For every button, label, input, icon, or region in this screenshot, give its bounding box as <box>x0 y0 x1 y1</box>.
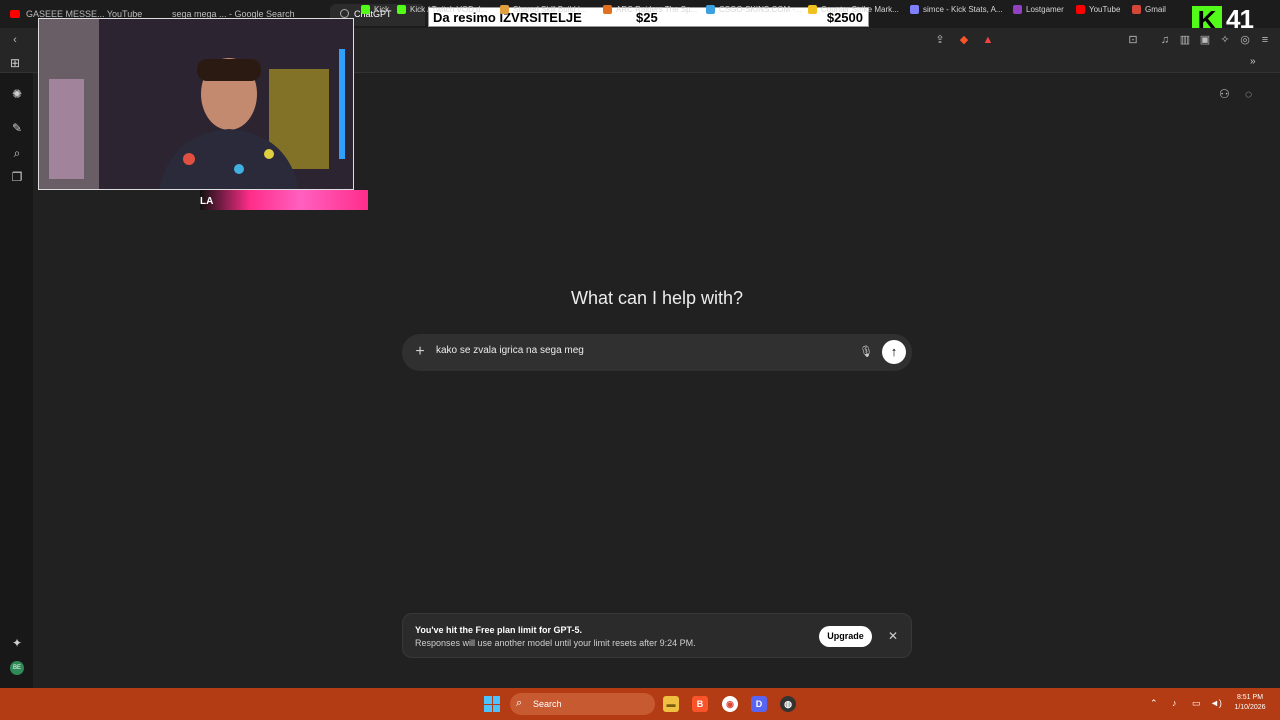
sidebar-toggle-icon[interactable]: ▥ <box>1178 33 1192 47</box>
bookmark-label: simce - Kick Stats, A... <box>923 5 1003 14</box>
notice-title: You've hit the Free plan limit for GPT-5… <box>415 625 582 635</box>
brave-browser-icon[interactable]: B <box>692 696 708 712</box>
gmail-icon <box>1132 5 1141 14</box>
page-title: What can I help with? <box>570 288 744 308</box>
bookmark-item[interactable]: Kick / Twitch VOD d... <box>397 2 487 17</box>
bookmark-item[interactable]: ARC Raiders The Sp... <box>603 2 697 17</box>
bookmark-label: Gmail <box>1145 5 1166 14</box>
menu-icon[interactable]: ≡ <box>1258 33 1272 47</box>
new-chat-icon[interactable]: ✎ <box>9 120 25 136</box>
youtube-icon <box>10 10 20 18</box>
network-icon[interactable]: ▭ <box>1192 698 1201 709</box>
apps-grid-icon[interactable]: ⊞ <box>7 55 23 71</box>
kick-stats-icon <box>910 5 919 14</box>
discord-icon[interactable]: D <box>751 696 767 712</box>
taskbar-search[interactable] <box>510 693 655 715</box>
upgrade-button[interactable]: Upgrade <box>819 626 872 647</box>
send-button[interactable]: ↑ <box>882 340 906 364</box>
plus-icon[interactable]: + <box>412 343 428 361</box>
csgo-skins-icon <box>706 5 715 14</box>
volume-icon[interactable]: ◄) <box>1210 698 1222 708</box>
clock-time: 8:51 PM <box>1236 694 1264 701</box>
back-icon[interactable]: ‹ <box>8 33 22 47</box>
cs-market-icon <box>808 5 817 14</box>
tray-expand-icon[interactable]: ⌃ <box>1150 698 1158 709</box>
bookmark-label: CSGO-SKINS.COM -... <box>719 5 802 14</box>
windows-start-icon[interactable] <box>484 696 500 712</box>
arc-raiders-icon <box>603 5 612 14</box>
prompt-input[interactable]: kako se zvala igrica na sega meg <box>436 345 584 356</box>
bookmark-label: Shared Skill Build |... <box>513 5 587 14</box>
bookmark-item[interactable]: Kick <box>361 2 389 17</box>
search-icon[interactable]: ⌕ <box>9 145 25 161</box>
bookmark-label: Kick <box>374 5 390 14</box>
file-explorer-icon[interactable]: ▬ <box>663 696 679 712</box>
taskbar-search-label: Search <box>533 699 562 709</box>
bookmark-label: ARC Raiders The Sp... <box>616 5 698 14</box>
youtube-icon <box>1076 5 1085 14</box>
webcam-frame-decoration <box>200 190 368 210</box>
bookmark-label: Kick / Twitch VOD d... <box>410 5 488 14</box>
brave-shield-icon[interactable]: ◆ <box>957 33 971 47</box>
chevron-double-right-icon[interactable]: » <box>1250 56 1256 67</box>
brave-rewards-icon[interactable]: ▲ <box>981 33 995 47</box>
bookmark-item[interactable]: Lostgamer <box>1013 2 1064 17</box>
bookmark-item[interactable]: YouTube <box>1076 2 1120 17</box>
profile-icon[interactable]: ⚇ <box>1219 87 1230 101</box>
sparkle-icon[interactable]: ✦ <box>9 635 25 651</box>
chrome-icon[interactable]: ◉ <box>722 696 738 712</box>
vpn-icon[interactable]: ◎ <box>1238 33 1252 47</box>
search-icon: ⌕ <box>516 697 523 709</box>
chatgpt-logo-icon[interactable]: ✺ <box>9 86 25 102</box>
system-clock[interactable]: 8:51 PM 1/10/2026 <box>1228 693 1272 713</box>
leo-ai-icon[interactable]: ✧ <box>1218 33 1232 47</box>
skill-build-icon <box>500 5 509 14</box>
bookmark-item[interactable]: Shared Skill Build |... <box>500 2 587 17</box>
screenshot-icon[interactable]: ⊡ <box>1126 33 1140 47</box>
microphone-icon[interactable]: 🎙 <box>859 344 873 360</box>
bookmark-item[interactable]: CSGO-SKINS.COM -... <box>706 2 802 17</box>
webcam-figure <box>39 19 353 189</box>
clock-date: 1/10/2026 <box>1234 704 1266 711</box>
wallet-icon[interactable]: ▣ <box>1198 33 1212 47</box>
close-icon[interactable]: ✕ <box>886 629 900 643</box>
bookmark-label: YouTube <box>1089 5 1121 14</box>
bookmark-item[interactable]: Counter Strike Mark... <box>808 2 899 17</box>
avatar[interactable]: BE <box>10 661 24 675</box>
webcam-overlay <box>38 18 354 190</box>
chat-sidebar <box>0 73 33 688</box>
bookmark-label: Lostgamer <box>1026 5 1064 14</box>
kick-vod-icon <box>397 5 406 14</box>
notice-body: Responses will use another model until y… <box>415 638 696 648</box>
library-icon[interactable]: ❐ <box>9 169 25 185</box>
share-icon[interactable]: ⇪ <box>933 33 947 47</box>
channel-logo: LA <box>200 196 214 207</box>
media-icon[interactable]: ♫ <box>1158 33 1172 47</box>
lostgamer-icon <box>1013 5 1022 14</box>
bookmark-item[interactable]: Gmail <box>1132 2 1166 17</box>
obs-icon[interactable]: ◍ <box>780 696 796 712</box>
microphone-tray-icon[interactable]: ♪ <box>1172 698 1177 708</box>
chatgpt-tab-icon <box>340 9 349 18</box>
kick-icon <box>361 5 370 14</box>
bookmark-label: Counter Strike Mark... <box>821 5 899 14</box>
temporary-chat-icon[interactable]: ◌ <box>1245 87 1252 101</box>
bookmark-item[interactable]: simce - Kick Stats, A... <box>910 2 1003 17</box>
